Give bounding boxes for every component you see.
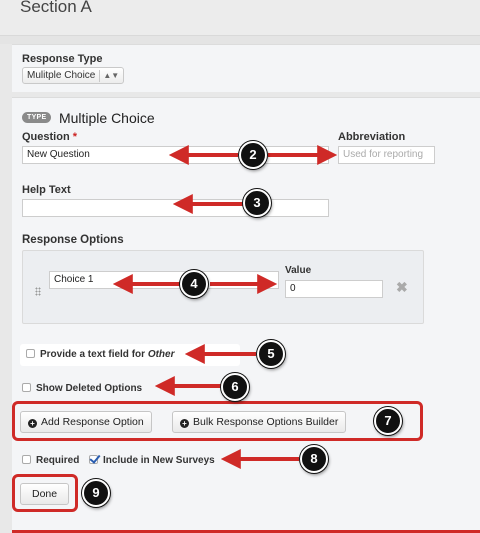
show-deleted-option[interactable]: Show Deleted Options — [22, 383, 142, 394]
callout-marker-9: 9 — [82, 479, 110, 507]
plus-circle-icon: + — [180, 419, 189, 428]
add-response-option-button[interactable]: + Add Response Option — [20, 411, 152, 433]
type-title: Multiple Choice — [58, 109, 155, 126]
done-button[interactable]: Done — [20, 483, 70, 505]
required-text: Required — [36, 455, 80, 466]
type-badge: TYPE — [22, 112, 52, 124]
callout-marker-4: 4 — [180, 270, 208, 298]
response-type-select[interactable]: Mulitple Choice ▲▼ — [22, 67, 125, 84]
other-field-option[interactable]: Provide a text field for Other — [26, 349, 174, 360]
callout-marker-2: 2 — [239, 141, 267, 169]
value-input[interactable]: 0 — [285, 280, 383, 298]
question-label: Question * — [22, 131, 77, 143]
other-field-emphasis: Other — [147, 349, 175, 360]
response-options-label: Response Options — [22, 234, 124, 246]
show-deleted-checkbox[interactable] — [22, 383, 31, 392]
abbreviation-input[interactable]: Used for reporting — [338, 146, 435, 164]
value-label: Value — [285, 265, 312, 276]
callout-marker-7: 7 — [374, 407, 402, 435]
other-field-text: Provide a text field for — [40, 349, 148, 360]
help-text-label: Help Text — [22, 184, 71, 196]
response-options-box: Choice 1 Value 0 ✖ — [22, 250, 424, 324]
include-new-surveys-text: Include in New Surveys — [103, 455, 215, 466]
close-icon[interactable]: ✖ — [396, 279, 408, 296]
help-text-input[interactable] — [22, 199, 329, 217]
choice-input[interactable]: Choice 1 — [49, 271, 279, 289]
response-type-label: Response Type — [22, 53, 103, 65]
plus-circle-icon: + — [28, 419, 37, 428]
callout-marker-8: 8 — [300, 445, 328, 473]
abbreviation-label: Abbreviation — [338, 131, 406, 143]
show-deleted-text: Show Deleted Options — [36, 383, 143, 394]
required-option[interactable]: Required — [22, 455, 79, 466]
select-arrows-icon: ▲▼ — [99, 70, 119, 82]
required-checkbox[interactable] — [22, 455, 31, 464]
question-label-text: Question — [22, 131, 70, 143]
callout-marker-5: 5 — [257, 340, 285, 368]
bulk-builder-label: Bulk Response Options Builder — [193, 416, 339, 428]
bulk-builder-button[interactable]: + Bulk Response Options Builder — [172, 411, 347, 433]
divider — [0, 36, 480, 44]
other-field-checkbox[interactable] — [26, 349, 35, 358]
include-new-surveys-option[interactable]: Include in New Surveys — [89, 455, 215, 466]
required-marker: * — [72, 131, 78, 143]
callout-marker-3: 3 — [243, 189, 271, 217]
include-new-surveys-checkbox[interactable] — [89, 455, 98, 464]
drag-handle-icon[interactable] — [35, 287, 41, 296]
type-header: TYPE Multiple Choice — [22, 109, 155, 126]
callout-marker-6: 6 — [221, 373, 249, 401]
question-input[interactable]: New Question — [22, 146, 329, 164]
response-type-panel: Response Type Mulitple Choice ▲▼ — [12, 44, 480, 92]
section-header: Section A — [0, 0, 480, 36]
add-response-option-label: Add Response Option — [41, 416, 144, 428]
section-title: Section A — [20, 0, 92, 16]
response-type-value: Mulitple Choice — [27, 70, 96, 81]
